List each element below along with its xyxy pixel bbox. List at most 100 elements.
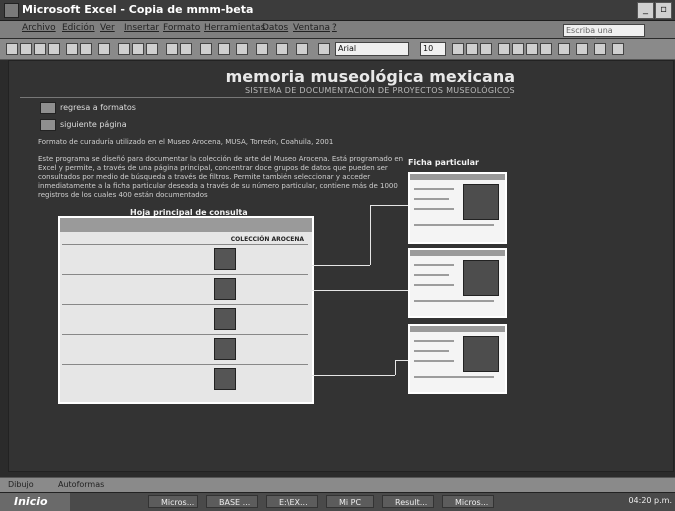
task-base[interactable]: BASE ... (206, 495, 258, 508)
connector-line (310, 290, 408, 291)
cut-icon[interactable] (118, 43, 130, 55)
main-sheet-thumbnail: COLECCIÓN AROCENA (58, 216, 314, 404)
artwork-thumbnail (463, 336, 499, 372)
text-line (414, 350, 449, 352)
text-line (414, 284, 454, 286)
formatting-toolbar: Arial 10 (0, 39, 675, 60)
menu-ver[interactable]: Ver (100, 23, 115, 33)
taskbar: Inicio Micros... BASE ... E:\EX... Mi PC… (0, 492, 675, 511)
font-size-select[interactable]: 10 (420, 42, 446, 56)
back-to-formats-label[interactable]: regresa a formatos (60, 103, 136, 112)
menu-edicion[interactable]: Edición (62, 23, 95, 33)
task-my-pc[interactable]: Mi PC (326, 495, 374, 508)
open-icon[interactable] (20, 43, 32, 55)
undo-icon[interactable] (166, 43, 178, 55)
menu-datos[interactable]: Datos (262, 23, 288, 33)
align-center-icon[interactable] (512, 43, 524, 55)
new-icon[interactable] (6, 43, 18, 55)
copy-icon[interactable] (132, 43, 144, 55)
collection-banner: COLECCIÓN AROCENA (230, 236, 304, 243)
start-button[interactable]: Inicio (0, 493, 70, 511)
align-left-icon[interactable] (498, 43, 510, 55)
connector-line (370, 205, 371, 265)
artwork-thumbnail (214, 338, 236, 360)
table-row (62, 304, 308, 333)
text-line (414, 224, 494, 226)
hyperlink-icon[interactable] (200, 43, 212, 55)
merge-center-icon[interactable] (540, 43, 552, 55)
artwork-thumbnail (463, 260, 499, 296)
autosum-icon[interactable] (218, 43, 230, 55)
bold-icon[interactable] (452, 43, 464, 55)
sort-icon[interactable] (236, 43, 248, 55)
paste-icon[interactable] (146, 43, 158, 55)
next-page-label[interactable]: siguiente página (60, 120, 127, 129)
artwork-thumbnail (214, 308, 236, 330)
table-row (62, 244, 308, 273)
next-page-button[interactable] (40, 119, 56, 131)
task-ex-folder[interactable]: E:\EX... (266, 495, 318, 508)
permission-icon[interactable] (48, 43, 60, 55)
text-line (414, 264, 454, 266)
minimize-button[interactable]: _ (637, 2, 654, 19)
autoshapes-menu[interactable]: Autoformas (58, 480, 104, 489)
table-row (62, 364, 308, 393)
text-line (414, 188, 454, 190)
text-line (414, 274, 449, 276)
connector-line (395, 360, 408, 361)
card-header (410, 174, 505, 180)
description-text: Este programa se diseñó para documentar … (38, 155, 404, 199)
drawing-toolbar: Dibujo Autoformas (0, 477, 675, 492)
menu-archivo[interactable]: Archivo (22, 23, 56, 33)
text-line (414, 300, 494, 302)
back-to-formats-button[interactable] (40, 102, 56, 114)
artwork-thumbnail (214, 368, 236, 390)
font-color-icon[interactable] (612, 43, 624, 55)
chart-wizard-icon[interactable] (256, 43, 268, 55)
text-line (414, 208, 454, 210)
font-name-select[interactable]: Arial (335, 42, 409, 56)
header-divider (20, 97, 510, 98)
connector-line (310, 375, 395, 376)
menu-herramientas[interactable]: Herramientas (204, 23, 265, 33)
print-preview-icon[interactable] (80, 43, 92, 55)
task-excel-1[interactable]: Micros... (148, 495, 198, 508)
artwork-thumbnail (463, 184, 499, 220)
fill-color-icon[interactable] (594, 43, 606, 55)
help-icon[interactable] (318, 43, 330, 55)
menu-insertar[interactable]: Insertar (124, 23, 159, 33)
menu-ventana[interactable]: Ventana (293, 23, 330, 33)
detail-card-2 (408, 248, 507, 318)
borders-icon[interactable] (576, 43, 588, 55)
draw-menu[interactable]: Dibujo (8, 480, 34, 489)
window-title: Microsoft Excel - Copia de mmm-beta (22, 3, 254, 16)
redo-icon[interactable] (180, 43, 192, 55)
align-right-icon[interactable] (526, 43, 538, 55)
menu-help[interactable]: ? (332, 23, 337, 33)
connector-line (395, 360, 396, 375)
task-result[interactable]: Result... (382, 495, 434, 508)
detail-card-3 (408, 324, 507, 394)
zoom-icon[interactable] (296, 43, 308, 55)
ask-question-field[interactable]: Escriba una pregunta (563, 24, 645, 46)
system-clock: 04:20 p.m. (628, 496, 672, 505)
print-icon[interactable] (66, 43, 78, 55)
thumbnail-header (60, 218, 312, 232)
restore-button[interactable]: ▫ (655, 2, 672, 19)
table-row (62, 334, 308, 363)
save-icon[interactable] (34, 43, 46, 55)
drawing-icon[interactable] (276, 43, 288, 55)
menu-formato[interactable]: Formato (163, 23, 200, 33)
card-header (410, 326, 505, 332)
underline-icon[interactable] (480, 43, 492, 55)
excel-icon (4, 3, 19, 18)
brand-subtitle: SISTEMA DE DOCUMENTACIÓN DE PROYECTOS MU… (245, 86, 515, 95)
italic-icon[interactable] (466, 43, 478, 55)
task-excel-2[interactable]: Micros... (442, 495, 494, 508)
artwork-thumbnail (214, 248, 236, 270)
connector-line (370, 205, 408, 206)
card-header (410, 250, 505, 256)
spelling-icon[interactable] (98, 43, 110, 55)
currency-icon[interactable] (558, 43, 570, 55)
text-line (414, 340, 454, 342)
